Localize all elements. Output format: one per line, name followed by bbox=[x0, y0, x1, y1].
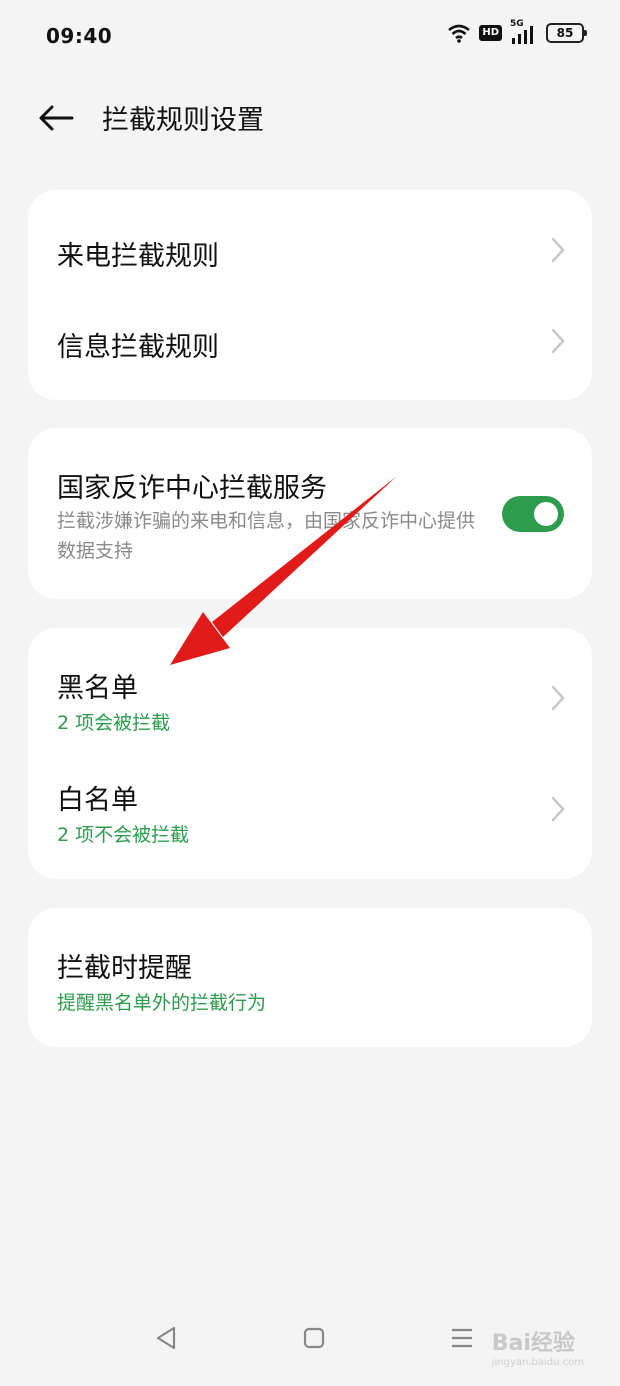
network-type-label: 5G bbox=[510, 19, 524, 29]
anti-fraud-service-item[interactable]: 国家反诈中心拦截服务 拦截涉嫌诈骗的来电和信息，由国家反诈中心提供数据支持 bbox=[28, 428, 592, 599]
home-square-icon[interactable] bbox=[296, 1320, 332, 1356]
blacklist-count: 2 项会被拦截 bbox=[57, 712, 171, 734]
whitelist-item[interactable]: 白名单 2 项不会被拦截 bbox=[28, 753, 592, 879]
intercept-reminder-sub: 提醒黑名单外的拦截行为 bbox=[57, 992, 267, 1014]
blacklist-item[interactable]: 黑名单 2 项会被拦截 bbox=[28, 628, 592, 753]
status-icons: HD 5G 85 bbox=[447, 19, 587, 44]
message-rules-label: 信息拦截规则 bbox=[57, 332, 219, 363]
whitelist-label: 白名单 bbox=[57, 785, 138, 816]
chevron-right-icon bbox=[551, 685, 565, 711]
anti-fraud-title: 国家反诈中心拦截服务 bbox=[57, 473, 327, 504]
page-title: 拦截规则设置 bbox=[102, 105, 264, 136]
menu-lines-icon[interactable] bbox=[444, 1320, 480, 1356]
watermark: Bai经验 jingyan.baidu.com bbox=[492, 1325, 584, 1368]
whitelist-count: 2 项不会被拦截 bbox=[57, 824, 190, 846]
back-arrow-icon[interactable] bbox=[36, 98, 76, 138]
page-header: 拦截规则设置 bbox=[0, 96, 620, 140]
anti-fraud-description: 拦截涉嫌诈骗的来电和信息，由国家反诈中心提供数据支持 bbox=[57, 510, 476, 562]
chevron-right-icon bbox=[551, 796, 565, 822]
intercept-reminder-card: 拦截时提醒 提醒黑名单外的拦截行为 bbox=[28, 908, 592, 1047]
status-time: 09:40 bbox=[46, 24, 113, 48]
call-rules-label: 来电拦截规则 bbox=[57, 241, 219, 272]
anti-fraud-toggle[interactable] bbox=[502, 496, 564, 532]
intercept-reminder-item[interactable]: 拦截时提醒 提醒黑名单外的拦截行为 bbox=[28, 908, 592, 1047]
battery-icon: 85 bbox=[546, 23, 587, 43]
chevron-right-icon bbox=[551, 237, 565, 263]
back-triangle-icon[interactable] bbox=[148, 1320, 184, 1356]
anti-fraud-service-card: 国家反诈中心拦截服务 拦截涉嫌诈骗的来电和信息，由国家反诈中心提供数据支持 bbox=[28, 428, 592, 599]
list-card: 黑名单 2 项会被拦截 白名单 2 项不会被拦截 bbox=[28, 628, 592, 879]
toggle-knob bbox=[534, 502, 558, 526]
wifi-icon bbox=[448, 24, 471, 43]
blacklist-label: 黑名单 bbox=[57, 673, 138, 704]
signal-icon: 5G bbox=[510, 19, 538, 44]
watermark-url: jingyan.baidu.com bbox=[491, 1357, 584, 1368]
interception-rules-card: 来电拦截规则 信息拦截规则 bbox=[28, 190, 592, 400]
status-bar: 09:40 HD 5G 85 bbox=[0, 0, 620, 76]
call-interception-rules-item[interactable]: 来电拦截规则 bbox=[28, 190, 592, 295]
watermark-main: Bai经验 bbox=[491, 1331, 575, 1356]
chevron-right-icon bbox=[551, 328, 565, 354]
message-interception-rules-item[interactable]: 信息拦截规则 bbox=[28, 295, 592, 400]
navigation-bar: Bai经验 jingyan.baidu.com bbox=[0, 1296, 620, 1386]
hd-badge: HD bbox=[479, 25, 502, 41]
intercept-reminder-title: 拦截时提醒 bbox=[57, 953, 192, 984]
